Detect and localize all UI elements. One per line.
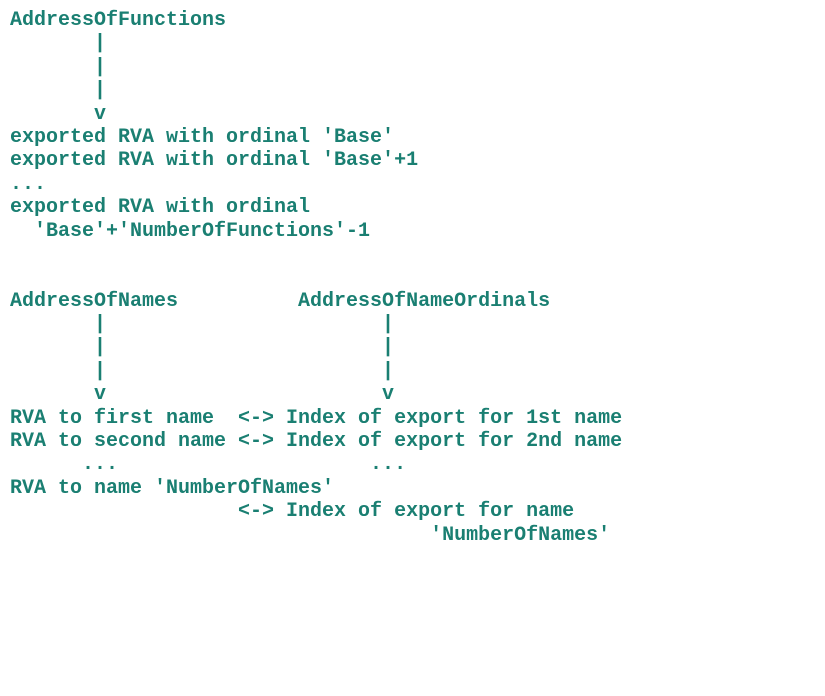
exported-rva-base-plus-one: exported RVA with ordinal 'Base'+1 [10, 149, 419, 173]
last-name-mapping-continued: 'NumberOfNames' [10, 523, 611, 547]
exported-rva-last: exported RVA with ordinal [10, 196, 311, 220]
address-of-functions-label: AddressOfFunctions [10, 9, 227, 32]
names-ellipsis: ... ... [10, 453, 407, 477]
names-arrow-shaft: | | [10, 336, 395, 360]
names-arrow-shaft: | | [10, 359, 395, 383]
functions-arrow-shaft: | [10, 55, 107, 79]
last-name-rva: RVA to name 'NumberOfNames' [10, 476, 335, 500]
second-name-mapping: RVA to second name <-> Index of export f… [10, 430, 623, 454]
functions-ellipsis: ... [10, 172, 47, 196]
functions-arrow-shaft: | [10, 79, 107, 103]
pe-export-table-diagram: AddressOfFunctions | | | v exported RVA w… [10, 9, 622, 547]
functions-arrow-head: v [10, 102, 107, 126]
exported-rva-base: exported RVA with ordinal 'Base' [10, 125, 395, 149]
functions-arrow-shaft: | [10, 32, 107, 56]
last-name-mapping: <-> Index of export for name [10, 500, 575, 524]
names-arrow-head: v v [10, 383, 395, 407]
names-and-ordinals-labels: AddressOfNames AddressOfNameOrdinals [10, 289, 551, 313]
names-arrow-shaft: | | [10, 313, 395, 337]
exported-rva-last-continued: 'Base'+'NumberOfFunctions'-1 [10, 219, 371, 243]
first-name-mapping: RVA to first name <-> Index of export fo… [10, 406, 623, 430]
